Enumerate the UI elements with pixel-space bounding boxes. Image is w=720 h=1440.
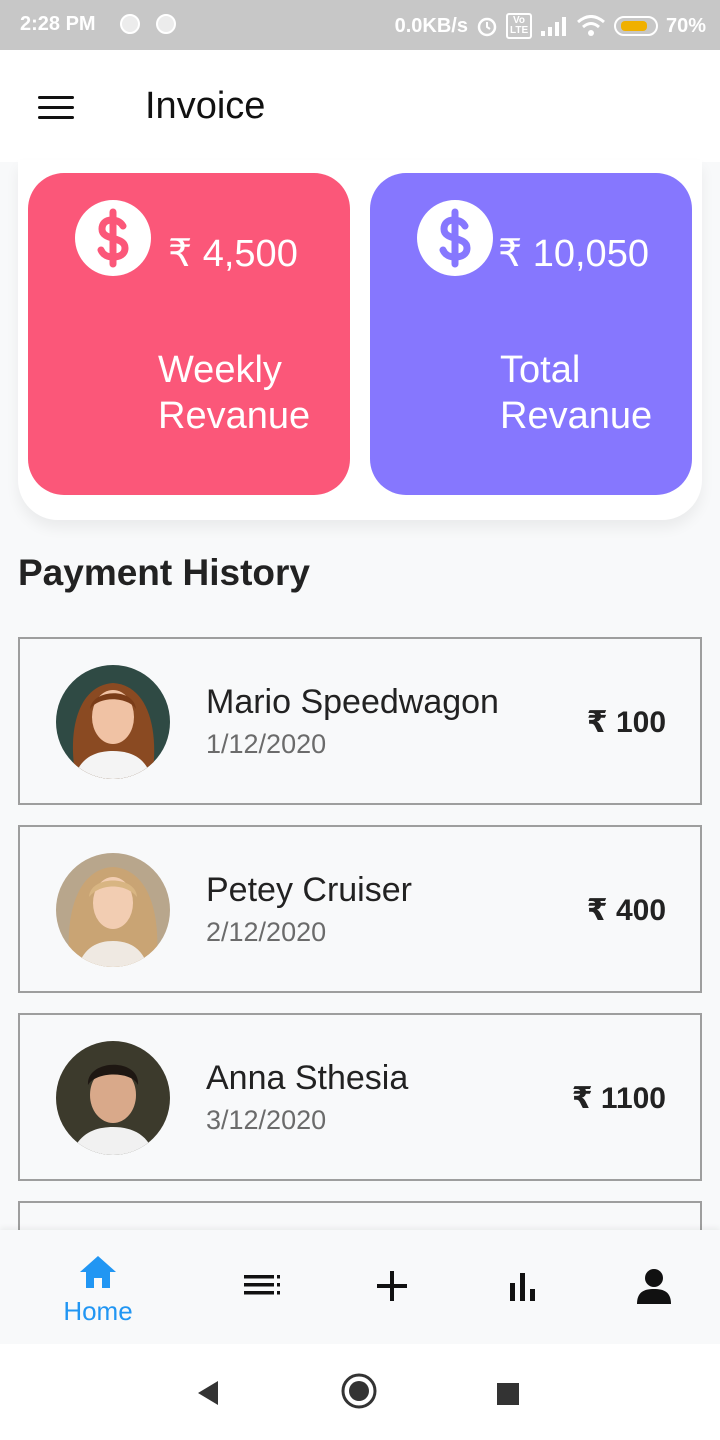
status-indicators: 0.0KB/s Vo LTE 70% [395,13,706,39]
section-title: Payment History [18,552,310,593]
nav-label-home: Home [63,1296,133,1326]
status-time: 2:28 PM [20,13,96,35]
avatar [56,665,170,779]
status-bar: 2:28 PM 0.0KB/s Vo LTE 70% [0,0,720,50]
system-navigation-bar [0,1344,720,1440]
avatar [56,853,170,967]
dollar-icon [75,200,151,276]
weekly-revenue-amount: ₹ 4,500 [168,233,298,275]
avatar [56,1041,170,1155]
network-speed: 0.0KB/s [394,14,468,37]
total-revenue-label: Total Revanue [500,349,653,437]
payer-name: Mario Speedwagon [206,683,499,721]
back-icon[interactable] [196,1380,220,1406]
total-revenue-amount: ₹ 10,050 [498,233,649,275]
recents-icon[interactable] [496,1382,520,1406]
notification-dot-icon [120,14,140,34]
payment-list-item[interactable] [18,1201,702,1230]
wifi-icon [577,15,605,36]
payment-amount: ₹ 1100 [571,1082,666,1115]
weekly-revenue-label: Weekly Revanue [158,349,311,437]
payment-list[interactable]: Mario Speedwagon 1/12/2020 ₹ 100 Petey C… [18,637,702,1230]
person-icon [637,1269,671,1304]
payment-amount: ₹ 100 [586,706,666,739]
plus-icon [377,1271,407,1301]
nav-item-stats[interactable] [492,1230,556,1344]
nav-item-add[interactable] [360,1230,424,1344]
payer-name: Petey Cruiser [206,871,412,909]
nav-item-list[interactable] [230,1230,294,1344]
signal-icon [540,17,566,36]
bottom-navigation: Home [0,1230,720,1344]
page-title: Invoice [145,85,266,127]
alarm-icon [477,17,497,37]
home-icon [80,1256,116,1288]
payment-date: 2/12/2020 [206,917,327,947]
payer-name: Anna Sthesia [206,1059,409,1097]
home-circle-icon[interactable] [340,1372,378,1410]
battery-level: 70% [665,14,706,37]
battery-icon [613,16,658,36]
bar-chart-icon [510,1273,535,1301]
notification-dot-icon [156,14,176,34]
payment-list-item[interactable]: Mario Speedwagon 1/12/2020 ₹ 100 [18,637,702,805]
payment-date: 3/12/2020 [206,1105,327,1135]
menu-icon[interactable] [38,96,74,120]
dollar-icon [417,200,493,276]
nav-item-home[interactable]: Home [40,1230,156,1344]
revenue-panel: ₹ 4,500 Weekly Revanue ₹ 10,050 Total Re… [18,160,702,520]
app-bar: Invoice [0,50,720,162]
payment-date: 1/12/2020 [206,729,327,759]
payment-amount: ₹ 400 [586,894,666,927]
payment-list-item[interactable]: Anna Sthesia 3/12/2020 ₹ 1100 [18,1013,702,1181]
list-icon [244,1275,280,1295]
total-revenue-card[interactable]: ₹ 10,050 Total Revanue [370,173,692,495]
weekly-revenue-card[interactable]: ₹ 4,500 Weekly Revanue [28,173,350,495]
volte-icon: Vo LTE [505,13,532,39]
payment-list-item[interactable]: Petey Cruiser 2/12/2020 ₹ 400 [18,825,702,993]
nav-item-profile[interactable] [622,1230,686,1344]
